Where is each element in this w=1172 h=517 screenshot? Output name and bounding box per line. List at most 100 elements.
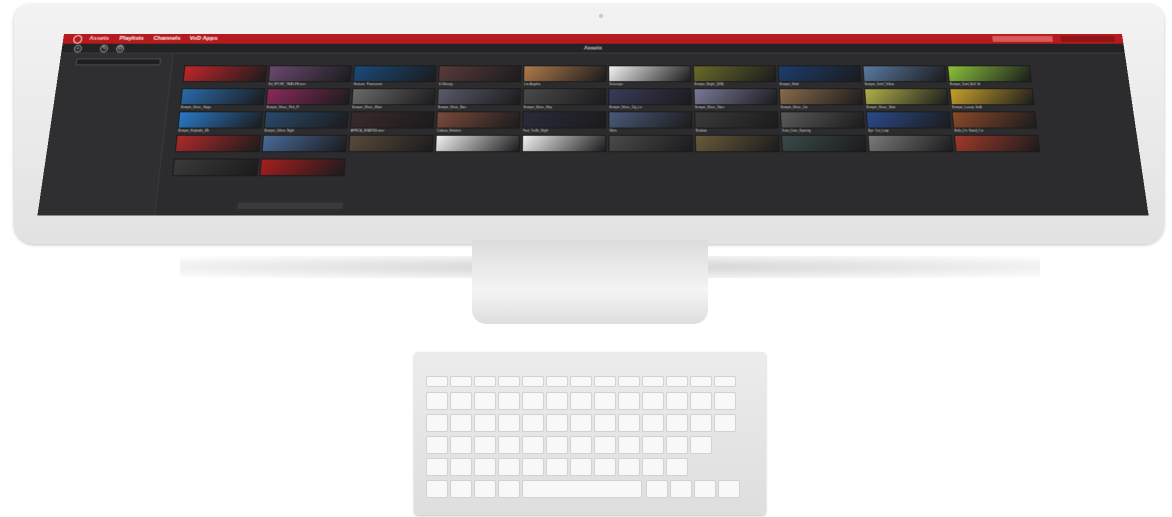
asset-thumbnail[interactable]: Bumper_Music_Stage bbox=[180, 88, 266, 109]
asset-label: Rotation bbox=[695, 128, 708, 133]
asset-thumbnail[interactable] bbox=[781, 134, 867, 153]
asset-thumbnail[interactable]: Bumper_Hotel bbox=[777, 65, 862, 86]
keyboard-key bbox=[642, 376, 664, 387]
asset-thumbnail[interactable]: Bumper_Swirl_Ball_Gr bbox=[947, 65, 1032, 86]
asset-thumbnail[interactable] bbox=[608, 134, 694, 153]
keyboard-key bbox=[426, 436, 448, 454]
keyboard-key bbox=[546, 458, 568, 476]
pagination-bar bbox=[237, 202, 343, 209]
keyboard-key bbox=[570, 376, 592, 387]
asset-thumbnail[interactable] bbox=[348, 134, 434, 153]
asset-thumbnail[interactable]: Bumper_Swirl_Yellow bbox=[862, 65, 947, 86]
keyboard-key bbox=[690, 392, 712, 410]
asset-thumbnail[interactable]: Bumper_Music_Strip bbox=[522, 88, 607, 109]
asset-thumbnail[interactable] bbox=[521, 134, 607, 153]
nav-playlists[interactable]: Playlists bbox=[119, 35, 144, 43]
asset-label: Bumper_Luxury_Gold bbox=[951, 105, 983, 110]
asset-label: Bumper_Swirl_Ball_Gr bbox=[949, 82, 981, 87]
asset-thumbnail[interactable]: Bumper_Exploder_Wh bbox=[177, 111, 264, 133]
asset-thumbnail[interactable]: Los Angeles bbox=[523, 65, 607, 86]
asset-label: Bumper_Music_Strip bbox=[523, 105, 553, 110]
keyboard-key bbox=[594, 414, 616, 432]
asset-thumbnail[interactable] bbox=[259, 158, 346, 177]
keyboard-key bbox=[474, 414, 496, 432]
asset-label: Bumper_Hotel bbox=[779, 82, 800, 87]
asset-thumbnail[interactable]: Bumper_Music_Wave bbox=[351, 88, 436, 109]
keyboard-key bbox=[690, 376, 712, 387]
asset-label: Bumper_Music_Car bbox=[780, 105, 808, 110]
asset-thumbnail[interactable] bbox=[182, 65, 268, 83]
asset-thumbnail[interactable]: Bumper_Luxury_Gold bbox=[949, 88, 1035, 109]
keyboard-key bbox=[474, 376, 496, 387]
imac-stand bbox=[472, 240, 708, 324]
page-title: Assets bbox=[583, 45, 603, 52]
asset-thumbnail[interactable] bbox=[867, 134, 954, 153]
asset-thumbnail[interactable] bbox=[174, 134, 261, 153]
asset-thumbnail[interactable]: Bumper_Bright_(16B) bbox=[692, 65, 777, 86]
asset-thumbnail[interactable] bbox=[172, 158, 259, 177]
asset-label: Bumper_Exploder_Wh bbox=[177, 128, 210, 133]
asset-thumbnail[interactable] bbox=[434, 134, 521, 153]
asset-thumbnail[interactable] bbox=[953, 134, 1041, 153]
keyboard-key bbox=[450, 436, 472, 454]
asset-thumbnail[interactable]: Bye_Car_Loop bbox=[865, 111, 952, 133]
keyboard-key bbox=[690, 436, 712, 454]
sidebar bbox=[37, 53, 174, 216]
nav-channels[interactable]: Channels bbox=[153, 35, 181, 43]
keyboard-key bbox=[450, 392, 472, 410]
asset-thumbnail[interactable]: Hatsune_Promo.mov bbox=[352, 65, 437, 86]
asset-thumbnail[interactable]: Bumper_Music_City_Lo bbox=[608, 88, 692, 109]
asset-thumbnail[interactable]: Suite_Door_Opening bbox=[779, 111, 865, 133]
sidebar-filter-input[interactable] bbox=[75, 58, 162, 66]
app-topbar: Assets Playlists Channels VoD Apps bbox=[62, 34, 1124, 44]
asset-thumbnail[interactable]: Cabana_Notation bbox=[435, 111, 521, 133]
keyboard-key bbox=[594, 376, 616, 387]
asset-thumbnail[interactable]: Seascape bbox=[608, 65, 692, 86]
asset-label: Bumper_Music_Stars bbox=[694, 105, 725, 110]
keyboard-key bbox=[522, 436, 544, 454]
asset-thumbnail[interactable] bbox=[694, 134, 780, 153]
keyboard-key bbox=[618, 414, 640, 432]
keyboard-key bbox=[522, 480, 642, 498]
asset-thumbnail[interactable]: Bumper_Urban_Night bbox=[263, 111, 349, 133]
nav-vod-apps[interactable]: VoD Apps bbox=[189, 35, 218, 43]
keyboard-key bbox=[498, 392, 520, 410]
asset-thumbnail[interactable]: AFRICA_BOATING.mov bbox=[349, 111, 435, 133]
toolbar: + ✎ ⚙ Assets bbox=[61, 43, 1125, 54]
asset-label: Bumper_Music_Glow bbox=[866, 105, 896, 110]
asset-thumbnail[interactable]: Bumper_Music_Pink_Fl bbox=[265, 88, 351, 109]
asset-thumbnail[interactable]: Bumper_Music_Bars bbox=[436, 88, 521, 109]
asset-label: Bella_On_Stand_Cut bbox=[954, 128, 984, 133]
keyboard-key bbox=[426, 414, 448, 432]
keyboard-key bbox=[570, 414, 592, 432]
app-logo-icon[interactable] bbox=[72, 34, 83, 44]
keyboard-key bbox=[450, 376, 472, 387]
asset-thumbnail[interactable]: Bumper_Music_Stars bbox=[693, 88, 778, 109]
asset-label: Ed_SPORT_TRAILER.mov bbox=[268, 82, 306, 87]
asset-label: Bumper_Swirl_Yellow bbox=[864, 82, 895, 87]
keyboard-key bbox=[594, 392, 616, 410]
asset-thumbnail[interactable] bbox=[261, 134, 348, 153]
keyboard-key bbox=[642, 458, 664, 476]
asset-thumbnail[interactable]: Rotation bbox=[694, 111, 779, 133]
asset-label: Bye_Car_Loop bbox=[868, 128, 889, 133]
asset-thumbnail[interactable]: Bumper_Music_Car bbox=[778, 88, 864, 109]
keyboard-key bbox=[570, 436, 592, 454]
keyboard bbox=[414, 352, 766, 515]
keyboard-key bbox=[498, 436, 520, 454]
search-input[interactable] bbox=[992, 35, 1053, 42]
asset-thumbnail[interactable]: Ed_SPORT_TRAILER.mov bbox=[267, 65, 352, 86]
asset-thumbnail[interactable]: Bella_On_Stand_Cut bbox=[951, 111, 1038, 133]
asset-thumbnail[interactable]: Fast_Traffic_Night bbox=[522, 111, 607, 133]
asset-thumbnail[interactable]: Skies bbox=[608, 111, 693, 133]
asset-thumbnail[interactable]: Bumper_Music_Glow bbox=[864, 88, 949, 109]
asset-thumbnail[interactable]: DJ Beauty bbox=[437, 65, 522, 86]
user-menu[interactable] bbox=[1060, 35, 1116, 42]
keyboard-key bbox=[426, 392, 448, 410]
keyboard-key bbox=[666, 376, 688, 387]
nav-assets[interactable]: Assets bbox=[89, 35, 110, 43]
keyboard-key bbox=[642, 414, 664, 432]
keyboard-key bbox=[666, 458, 688, 476]
keyboard-key bbox=[426, 480, 448, 498]
keyboard-key bbox=[646, 480, 668, 498]
